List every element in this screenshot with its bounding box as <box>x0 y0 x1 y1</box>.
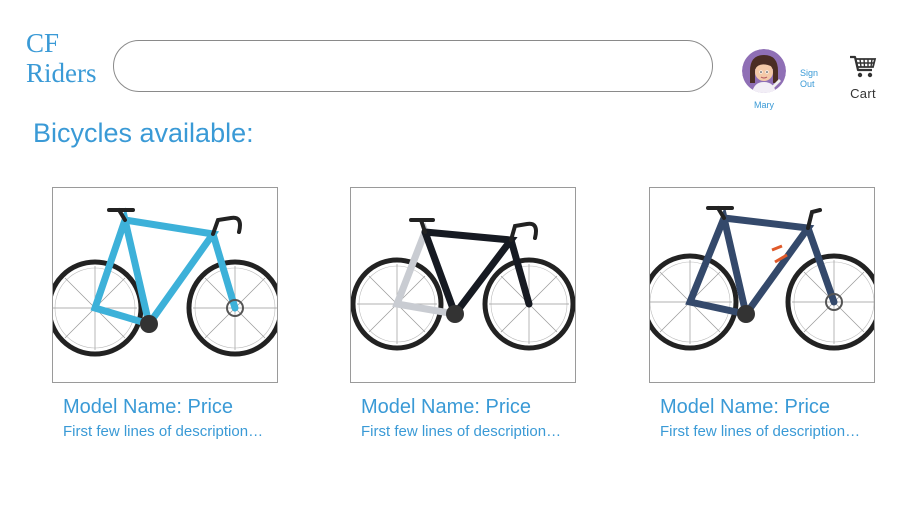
bike-frame <box>685 206 838 319</box>
product-title[interactable]: Model Name: Price <box>63 396 332 419</box>
product-description: First few lines of description… <box>660 423 861 440</box>
logo-line-2: Riders <box>26 58 97 88</box>
brand-logo[interactable]: CF Riders <box>26 28 97 88</box>
logo-line-1: CF <box>26 28 60 58</box>
product-card: Model Name: Price First few lines of des… <box>52 187 332 440</box>
cart-button[interactable]: Cart <box>846 54 880 101</box>
bicycle-image <box>351 218 575 351</box>
product-description: First few lines of description… <box>63 423 264 440</box>
bicycle-image <box>53 207 277 357</box>
avatar-icon <box>742 49 786 93</box>
sign-out-link[interactable]: Sign Out <box>800 68 824 90</box>
user-avatar[interactable] <box>742 49 786 93</box>
product-image[interactable] <box>350 187 576 383</box>
product-title[interactable]: Model Name: Price <box>660 396 915 419</box>
product-card: Model Name: Price First few lines of des… <box>350 187 630 440</box>
product-image[interactable] <box>649 187 875 383</box>
user-name: Mary <box>754 100 774 110</box>
product-title[interactable]: Model Name: Price <box>361 396 630 419</box>
cart-label: Cart <box>850 86 876 101</box>
product-description: First few lines of description… <box>361 423 562 440</box>
product-card: Model Name: Price First few lines of des… <box>649 187 915 440</box>
shopping-cart-icon <box>850 55 877 78</box>
bicycle-image <box>650 206 874 351</box>
search-input[interactable] <box>113 40 713 92</box>
page-title: Bicycles available: <box>33 118 254 148</box>
product-image[interactable] <box>52 187 278 383</box>
